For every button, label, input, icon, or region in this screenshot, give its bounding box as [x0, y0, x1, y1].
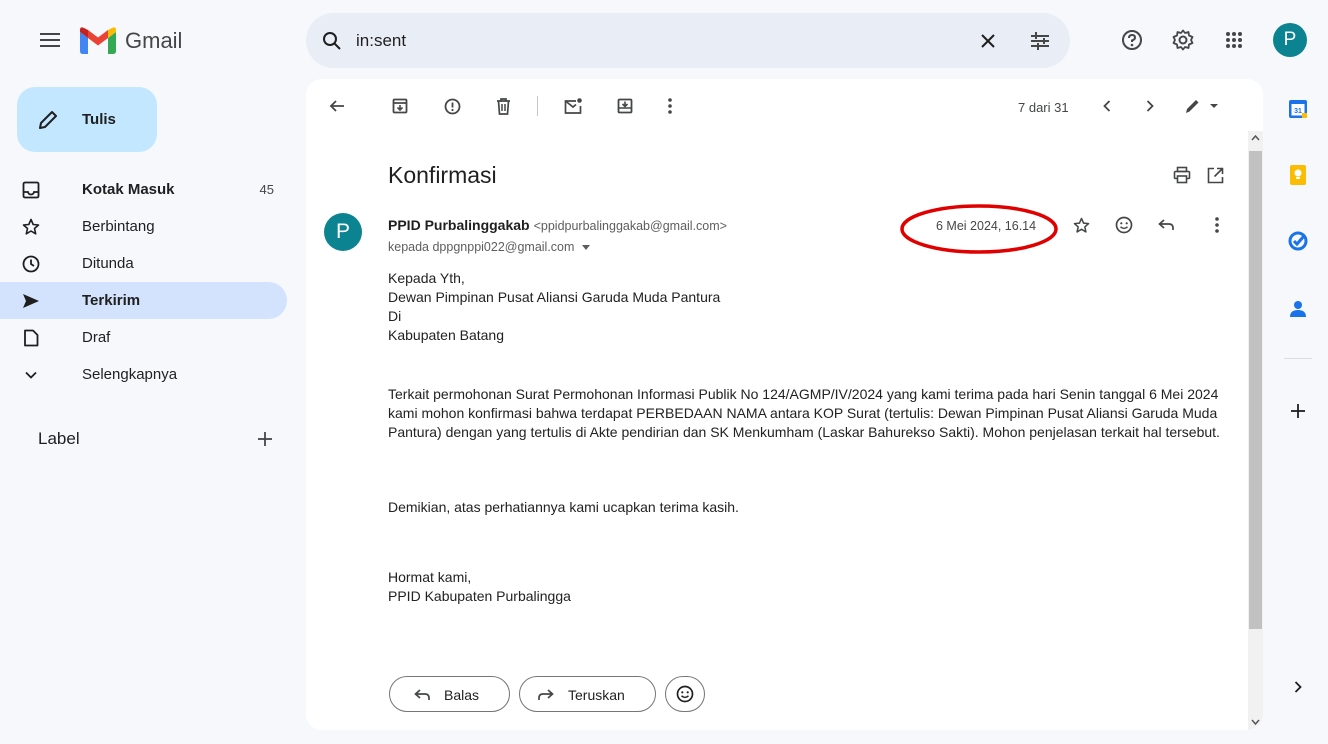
closing-paragraph: Demikian, atas perhatiannya kami ucapkan… [388, 499, 739, 515]
get-addons-plus-icon[interactable] [1286, 399, 1310, 423]
send-icon [20, 291, 42, 311]
scroll-up-arrow-icon[interactable] [1251, 135, 1260, 141]
sidebar-item-sent[interactable]: Terkirim [0, 282, 287, 319]
input-tools-pen-icon[interactable] [1182, 94, 1222, 118]
delete-trash-icon[interactable] [491, 94, 515, 118]
mark-unread-icon[interactable] [561, 94, 585, 118]
sidebar-item-label: Terkirim [82, 292, 141, 309]
signature-line: PPID Kabupaten Purbalingga [388, 588, 571, 604]
sidebar-item-label: Selengkapnya [82, 366, 178, 383]
clear-search-icon[interactable] [980, 33, 996, 49]
sidebar-item-starred[interactable]: Berbintang [0, 208, 287, 245]
closing-line: Hormat kami, [388, 569, 472, 585]
reply-button[interactable]: Balas [389, 676, 510, 712]
emoji-reaction-button[interactable] [665, 676, 705, 712]
sidebar-item-snoozed[interactable]: Ditunda [0, 245, 287, 282]
search-bar[interactable]: in:sent [306, 13, 1070, 68]
settings-gear-icon[interactable] [1163, 20, 1203, 60]
draft-icon [20, 328, 42, 348]
pagination-label: 7 dari 31 [1018, 100, 1069, 115]
greeting-line: Di [388, 308, 402, 324]
sender-avatar[interactable]: P [324, 213, 362, 251]
gmail-logo-icon [80, 27, 116, 54]
compose-button[interactable]: Tulis [17, 87, 157, 152]
keep-icon[interactable] [1286, 163, 1310, 187]
search-icon[interactable] [322, 31, 342, 51]
main-menu-icon[interactable] [30, 20, 70, 60]
reply-arrow-icon [414, 689, 430, 700]
greeting-block: Kepada Yth, Dewan Pimpinan Pusat Aliansi… [388, 269, 720, 345]
unread-count: 45 [259, 182, 274, 197]
apps-grid-icon[interactable] [1214, 20, 1254, 60]
sidebar-item-inbox[interactable]: Kotak Masuk 45 [0, 171, 287, 208]
message-more-vert-icon[interactable] [1205, 213, 1229, 237]
account-avatar[interactable]: P [1273, 23, 1307, 57]
email-subject: Konfirmasi [388, 162, 497, 188]
open-new-window-icon[interactable] [1203, 163, 1227, 187]
show-side-panel-chevron-icon[interactable] [1286, 675, 1310, 699]
back-arrow-icon[interactable] [325, 94, 349, 118]
red-annotation-ellipse [900, 204, 1058, 254]
svg-text:31: 31 [1294, 108, 1302, 115]
inbox-icon [20, 180, 42, 200]
archive-icon[interactable] [388, 94, 412, 118]
sidebar-item-label: Berbintang [82, 218, 155, 235]
sender-line: PPID Purbalinggakab <ppidpurbalinggakab@g… [388, 217, 727, 233]
newer-chevron-left-icon[interactable] [1095, 94, 1119, 118]
recipient-details-caret-icon[interactable] [581, 245, 590, 251]
labels-heading: Label [38, 429, 80, 448]
clock-icon [20, 254, 42, 274]
add-reaction-emoji-icon[interactable] [1112, 213, 1136, 237]
sidebar-item-more[interactable]: Selengkapnya [0, 356, 287, 393]
sender-name[interactable]: PPID Purbalinggakab [388, 217, 530, 233]
move-to-icon[interactable] [613, 94, 637, 118]
older-chevron-right-icon[interactable] [1138, 94, 1162, 118]
pencil-icon [39, 111, 57, 129]
greeting-line: Dewan Pimpinan Pusat Aliansi Garuda Muda… [388, 289, 721, 305]
gmail-logo[interactable]: Gmail [80, 24, 210, 58]
forward-arrow-icon [538, 689, 554, 700]
scrollbar-thumb[interactable] [1249, 151, 1262, 629]
forward-label: Teruskan [568, 687, 625, 703]
rail-divider [1284, 358, 1312, 359]
reply-label: Balas [444, 687, 480, 703]
chevron-down-icon [20, 365, 42, 385]
sidebar-item-label: Draf [82, 329, 111, 346]
sender-email: <ppidpurbalinggakab@gmail.com> [533, 219, 727, 233]
forward-button[interactable]: Teruskan [519, 676, 656, 712]
body-paragraph: Terkait permohonan Surat Permohonan Info… [388, 386, 1220, 440]
reply-arrow-icon[interactable] [1154, 213, 1178, 237]
sidebar-item-drafts[interactable]: Draf [0, 319, 287, 356]
sidebar-item-label: Kotak Masuk [82, 181, 175, 198]
scroll-down-arrow-icon[interactable] [1251, 719, 1260, 725]
search-options-icon[interactable] [1030, 31, 1050, 51]
star-icon [20, 217, 42, 237]
contacts-icon[interactable] [1286, 297, 1310, 321]
add-label-icon[interactable] [257, 431, 273, 447]
sidebar-item-label: Ditunda [82, 255, 134, 272]
signature-block: Hormat kami, PPID Kabupaten Purbalingga [388, 568, 571, 606]
toolbar-divider [537, 96, 538, 116]
star-icon[interactable] [1069, 213, 1093, 237]
recipient-line[interactable]: kepada dppgnppi022@gmail.com [388, 240, 590, 254]
report-spam-icon[interactable] [440, 94, 464, 118]
recipient-text: kepada dppgnppi022@gmail.com [388, 240, 575, 254]
gmail-wordmark: Gmail [125, 28, 183, 53]
tasks-icon[interactable] [1286, 229, 1310, 253]
emoji-icon [676, 685, 694, 703]
compose-label: Tulis [82, 111, 116, 128]
greeting-line: Kabupaten Batang [388, 327, 504, 343]
message-panel: 7 dari 31 Konfirmasi P PPID Purbalinggak… [306, 79, 1263, 730]
greeting-line: Kepada Yth, [388, 270, 465, 286]
more-vert-icon[interactable] [658, 94, 682, 118]
help-icon[interactable] [1112, 20, 1152, 60]
calendar-icon[interactable]: 31 [1286, 97, 1310, 121]
print-icon[interactable] [1170, 163, 1194, 187]
search-input[interactable]: in:sent [356, 31, 406, 51]
